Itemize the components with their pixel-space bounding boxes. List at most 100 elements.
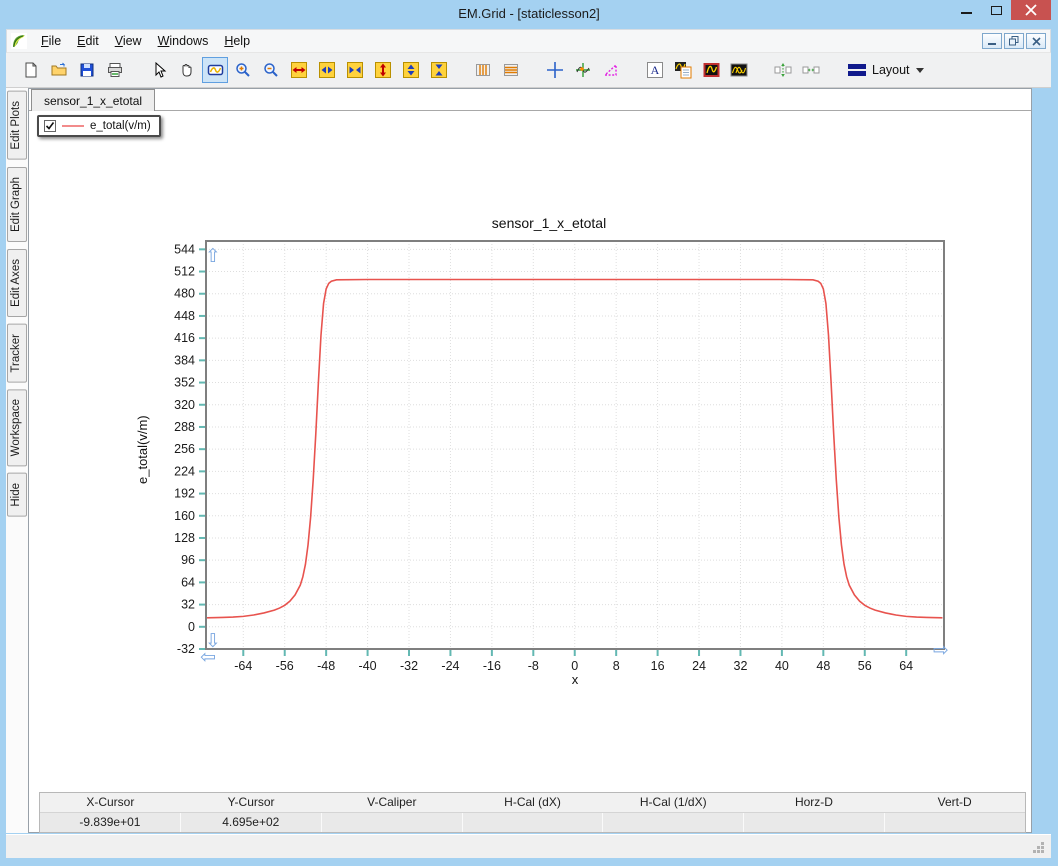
legend-checkbox[interactable]	[44, 120, 56, 132]
y-axis-label: e_total(v/m)	[135, 415, 150, 485]
h-compress-button[interactable]	[342, 57, 368, 83]
svg-text:16: 16	[651, 659, 665, 673]
svg-text:128: 128	[174, 531, 195, 545]
slope-caliper-button[interactable]	[598, 57, 624, 83]
maximize-button[interactable]	[981, 0, 1011, 20]
svg-text:64: 64	[899, 659, 913, 673]
status-col-h-cal-1dx: H-Cal (1/dX)	[639, 795, 707, 809]
layout-icon	[848, 64, 866, 76]
plot-area[interactable]: -320326496128160192224256288320352384416…	[151, 236, 961, 681]
open-file-button[interactable]	[46, 57, 72, 83]
plot-report-button[interactable]	[670, 57, 696, 83]
cross-tracker-icon	[547, 62, 563, 78]
h-spacing-button[interactable]	[798, 57, 824, 83]
v-spacing-icon	[774, 63, 792, 77]
curve-tracker-button[interactable]	[570, 57, 596, 83]
titlebar: EM.Grid - [staticlesson2]	[0, 0, 1058, 29]
cursor-status-table: X-Cursor Y-Cursor V-Caliper H-Cal (dX) H…	[39, 792, 1026, 833]
edit-curve-button[interactable]	[698, 57, 724, 83]
text-annotation-icon: A	[647, 62, 663, 78]
svg-text:544: 544	[174, 242, 195, 256]
status-col-h-cal-dx: H-Cal (dX)	[504, 795, 561, 809]
v-caliper-icon	[476, 64, 490, 76]
app-logo-icon	[11, 33, 27, 49]
menu-view[interactable]: View	[107, 31, 150, 51]
sidebar: Edit Plots Edit Graph Edit Axes Tracker …	[6, 88, 28, 833]
child-minimize-button[interactable]	[982, 33, 1002, 49]
legend-line-sample	[62, 125, 84, 127]
status-col-vert-d: Vert-D	[937, 795, 972, 809]
toolbar: A Layout	[6, 53, 1051, 88]
svg-text:-8: -8	[528, 659, 539, 673]
minimize-button[interactable]	[951, 0, 981, 20]
zoom-out-button[interactable]	[258, 57, 284, 83]
graph-window: sensor_1_x_etotal e_total(v/m) sensor_1_…	[28, 88, 1032, 833]
pan-right-arrow-icon[interactable]: ⇨	[933, 639, 949, 661]
menu-file[interactable]: File	[33, 31, 69, 51]
svg-text:96: 96	[181, 553, 195, 567]
v-caliper-button[interactable]	[470, 57, 496, 83]
v-stretch-icon	[375, 62, 391, 78]
svg-text:40: 40	[775, 659, 789, 673]
close-button[interactable]	[1011, 0, 1051, 20]
svg-text:-56: -56	[276, 659, 294, 673]
select-arrow-icon	[155, 62, 167, 78]
v-expand-button[interactable]	[398, 57, 424, 83]
tab-sensor-1-x-etotal[interactable]: sensor_1_x_etotal	[31, 89, 156, 111]
zoom-out-icon	[264, 63, 278, 77]
close-icon	[1025, 4, 1037, 16]
cross-tracker-button[interactable]	[542, 57, 568, 83]
pan-hand-button[interactable]	[174, 57, 200, 83]
status-val-v-caliper	[320, 813, 462, 832]
h-expand-icon	[319, 62, 335, 78]
text-annotation-button[interactable]: A	[642, 57, 668, 83]
svg-text:32: 32	[734, 659, 748, 673]
layout-dropdown[interactable]: Layout	[842, 57, 930, 83]
pan-left-arrow-icon[interactable]: ⇦	[200, 646, 216, 668]
svg-text:-32: -32	[400, 659, 418, 673]
edit-curves-button[interactable]	[726, 57, 752, 83]
child-restore-button[interactable]	[1004, 33, 1024, 49]
chevron-down-icon	[915, 67, 924, 73]
h-caliper-button[interactable]	[498, 57, 524, 83]
svg-text:224: 224	[174, 464, 195, 478]
h-stretch-button[interactable]	[286, 57, 312, 83]
save-button[interactable]	[74, 57, 100, 83]
edit-curves-icon	[730, 63, 748, 77]
sidebar-tab-edit-axes[interactable]: Edit Axes	[7, 248, 27, 317]
status-col-x-cursor: X-Cursor	[86, 795, 135, 809]
pan-up-arrow-icon[interactable]: ⇧	[205, 245, 221, 267]
menu-edit[interactable]: Edit	[69, 31, 107, 51]
sidebar-tab-hide[interactable]: Hide	[7, 473, 27, 518]
h-caliper-icon	[504, 64, 518, 76]
print-button[interactable]	[102, 57, 128, 83]
h-stretch-icon	[291, 62, 307, 78]
svg-text:64: 64	[181, 575, 195, 589]
h-expand-button[interactable]	[314, 57, 340, 83]
sidebar-tab-edit-plots[interactable]: Edit Plots	[7, 91, 27, 160]
zoom-in-icon	[236, 63, 250, 77]
status-val-horz-d	[743, 813, 884, 832]
child-close-button[interactable]	[1026, 33, 1046, 49]
resize-grip[interactable]	[1032, 841, 1045, 854]
layout-label: Layout	[872, 63, 910, 77]
v-stretch-button[interactable]	[370, 57, 396, 83]
svg-text:32: 32	[181, 598, 195, 612]
status-val-h-cal-1dx	[602, 813, 743, 832]
status-val-h-cal-dx	[461, 813, 603, 832]
svg-text:192: 192	[174, 487, 195, 501]
zoom-region-button[interactable]	[202, 57, 228, 83]
new-document-button[interactable]	[18, 57, 44, 83]
status-col-v-caliper: V-Caliper	[367, 795, 417, 809]
sidebar-tab-workspace[interactable]: Workspace	[7, 389, 27, 467]
zoom-in-button[interactable]	[230, 57, 256, 83]
v-compress-button[interactable]	[426, 57, 452, 83]
v-spacing-button[interactable]	[770, 57, 796, 83]
sidebar-tab-tracker[interactable]: Tracker	[7, 323, 27, 383]
menubar: File Edit View Windows Help	[6, 29, 1051, 53]
maximize-icon	[990, 5, 1002, 15]
sidebar-tab-edit-graph[interactable]: Edit Graph	[7, 166, 27, 242]
menu-windows[interactable]: Windows	[150, 31, 217, 51]
select-arrow-button[interactable]	[146, 57, 172, 83]
menu-help[interactable]: Help	[216, 31, 258, 51]
